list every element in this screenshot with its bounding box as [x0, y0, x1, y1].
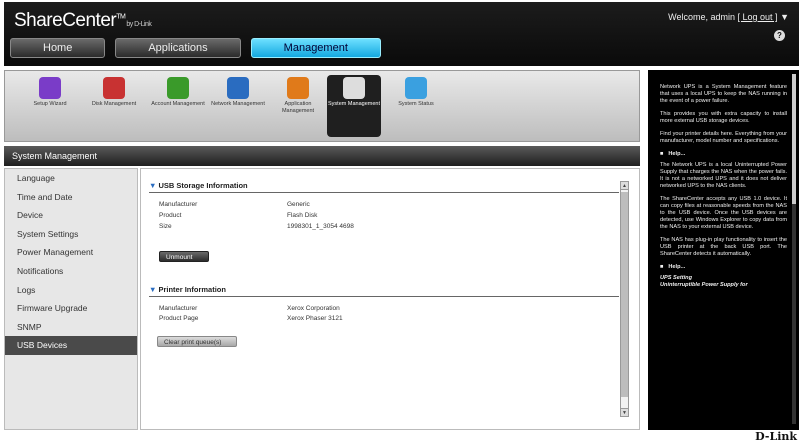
help-icon[interactable]: ? [774, 30, 785, 41]
info-icon [405, 77, 427, 99]
divider [149, 192, 619, 193]
user-menu-chevron-down-icon[interactable]: ▼ [780, 12, 789, 22]
left-nav: Language Time and Date Device System Set… [4, 168, 138, 430]
printer-product-value: Xerox Phaser 3121 [287, 315, 343, 322]
nav-item-time-and-date[interactable]: Time and Date [5, 188, 137, 207]
divider [149, 296, 619, 297]
system-status-button[interactable]: System Status [389, 75, 443, 108]
bullet-icon: ■ [660, 264, 664, 270]
nav-item-device[interactable]: Device [5, 206, 137, 225]
application-icon [287, 77, 309, 99]
welcome-text: Welcome, admin [668, 12, 736, 22]
nav-item-usb-devices[interactable]: USB Devices [5, 336, 137, 355]
disk-management-button[interactable]: Disk Management [87, 75, 141, 108]
usb-storage-section-title[interactable]: ▼ USB Storage Information [149, 181, 248, 190]
clear-print-queue-button[interactable]: Clear print queue(s) [157, 336, 237, 347]
account-management-button[interactable]: Account Management [151, 75, 205, 108]
main-tabs: Home Applications Management [10, 38, 381, 58]
top-header: ShareCenterTMby D-Link Welcome, admin [ … [4, 2, 799, 66]
help-text: Find your printer details here. Everythi… [660, 131, 787, 144]
tab-applications[interactable]: Applications [115, 38, 241, 58]
nav-item-power-management[interactable]: Power Management [5, 243, 137, 262]
help-heading: ■ Help... [660, 264, 686, 270]
scroll-down-icon[interactable]: ▼ [621, 408, 628, 416]
usb-size-label: Size [159, 223, 172, 230]
help-subheading: UPS Setting [660, 275, 693, 281]
tab-management[interactable]: Management [250, 38, 381, 58]
help-panel: Network UPS is a System Management featu… [648, 70, 799, 430]
usb-product-label: Product [159, 212, 182, 219]
wizard-icon [39, 77, 61, 99]
usb-product-value: Flash Disk [287, 212, 318, 219]
account-icon [167, 77, 189, 99]
network-icon [227, 77, 249, 99]
help-text: Network UPS is a System Management featu… [660, 84, 787, 104]
nav-item-logs[interactable]: Logs [5, 281, 137, 300]
nav-item-system-settings[interactable]: System Settings [5, 225, 137, 244]
help-text: The NAS has plug-in play functionality t… [660, 237, 787, 257]
brand-logo: ShareCenterTMby D-Link [14, 10, 152, 31]
scroll-up-icon[interactable]: ▲ [621, 182, 628, 190]
help-text: The ShareCenter accepts any USB 1.0 devi… [660, 196, 787, 230]
system-gear-icon [343, 77, 365, 99]
nav-item-language[interactable]: Language [5, 169, 137, 188]
nav-item-notifications[interactable]: Notifications [5, 262, 137, 281]
collapse-triangle-icon: ▼ [149, 181, 157, 190]
printer-product-label: Product Page [159, 315, 199, 322]
usb-devices-panel: ▼ USB Storage Information Manufacturer Ge… [140, 168, 640, 430]
usb-size-value: 1998301_1_3054 4698 [287, 223, 354, 230]
help-scrollbar[interactable] [792, 74, 796, 424]
printer-manufacturer-label: Manufacturer [159, 305, 198, 312]
collapse-triangle-icon: ▼ [149, 285, 157, 294]
printer-section-title[interactable]: ▼ Printer Information [149, 285, 226, 294]
tab-home[interactable]: Home [10, 38, 106, 58]
bullet-icon: ■ [660, 151, 664, 157]
application-management-button[interactable]: Application Management [271, 75, 325, 115]
help-heading: ■ Help... [660, 151, 686, 157]
setup-wizard-button[interactable]: Setup Wizard [23, 75, 77, 108]
disk-icon [103, 77, 125, 99]
scroll-thumb[interactable] [621, 192, 628, 397]
section-title: System Management [4, 146, 640, 166]
content-scrollbar[interactable]: ▲ ▼ [620, 181, 629, 417]
nav-item-snmp[interactable]: SNMP [5, 318, 137, 337]
usb-manufacturer-label: Manufacturer [159, 201, 198, 208]
management-toolbar: Setup Wizard Disk Management Account Man… [4, 70, 640, 142]
system-management-button[interactable]: System Management [327, 75, 381, 137]
dlink-logo: D-Link [755, 430, 797, 442]
network-management-button[interactable]: Network Management [211, 75, 265, 108]
printer-manufacturer-value: Xerox Corporation [287, 305, 340, 312]
welcome-bar: Welcome, admin [ Log out ] ▼ [668, 12, 789, 22]
logout-link[interactable]: [ Log out ] [738, 12, 778, 22]
unmount-button[interactable]: Unmount [159, 251, 209, 262]
help-text: The Network UPS is a local Uninterrupted… [660, 162, 787, 189]
help-text: Uninterruptible Power Supply for [660, 282, 748, 288]
help-scroll-thumb[interactable] [792, 74, 796, 204]
nav-item-firmware-upgrade[interactable]: Firmware Upgrade [5, 299, 137, 318]
help-text: This provides you with extra capacity to… [660, 111, 787, 124]
usb-manufacturer-value: Generic [287, 201, 310, 208]
